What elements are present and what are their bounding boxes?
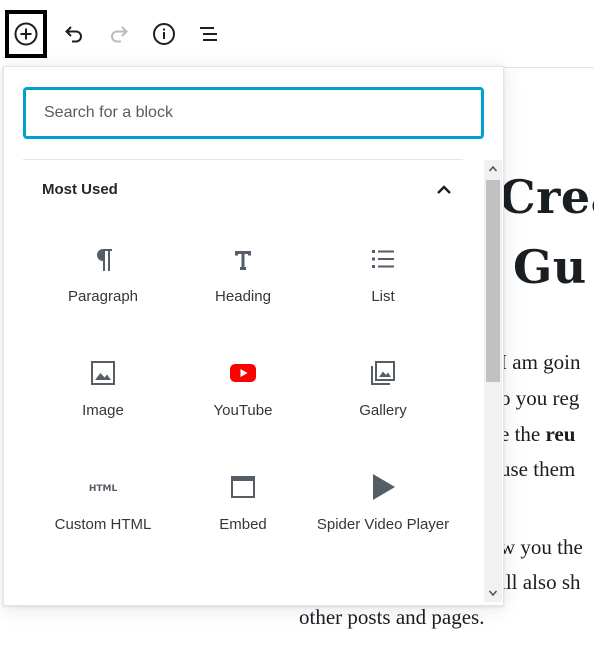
embed-icon xyxy=(223,467,263,507)
redo-button[interactable] xyxy=(99,12,139,56)
block-item-paragraph[interactable]: Paragraph xyxy=(33,239,173,349)
editor-toolbar xyxy=(0,0,594,66)
heading-icon xyxy=(223,239,263,279)
content-info-button[interactable] xyxy=(144,12,184,56)
header-divider xyxy=(500,67,594,68)
block-item-youtube[interactable]: YouTube xyxy=(173,353,313,463)
post-text-line: e the reu xyxy=(500,422,576,446)
list-outline-icon xyxy=(197,22,221,46)
info-icon xyxy=(152,22,176,46)
block-label: Custom HTML xyxy=(54,516,152,533)
scrollbar-thumb[interactable] xyxy=(486,180,500,382)
undo-button[interactable] xyxy=(54,12,94,56)
panel-title: Most Used xyxy=(42,181,118,198)
scroll-down-arrow-icon[interactable] xyxy=(484,584,502,602)
post-title-line: Gu xyxy=(513,240,587,294)
block-search-field[interactable] xyxy=(23,87,484,139)
block-item-spider-video-player[interactable]: Spider Video Player xyxy=(313,467,453,577)
gallery-icon xyxy=(363,353,403,393)
post-title-line: Crea xyxy=(499,170,594,224)
html-icon: HTML xyxy=(83,467,123,507)
svg-text:HTML: HTML xyxy=(89,484,118,494)
post-text-line: other posts and pages. xyxy=(299,605,485,629)
scroll-up-arrow-icon[interactable] xyxy=(484,160,502,178)
block-label: YouTube xyxy=(213,402,273,419)
block-navigation-button[interactable] xyxy=(189,12,229,56)
post-text-line: use them xyxy=(500,457,576,481)
add-block-button[interactable] xyxy=(5,10,47,58)
block-item-heading[interactable]: Heading xyxy=(173,239,313,349)
image-icon xyxy=(83,353,123,393)
block-label: Gallery xyxy=(359,402,407,419)
block-inserter-popover: Most Used Paragraph Heading List xyxy=(3,66,504,606)
block-label: List xyxy=(371,288,395,305)
block-item-image[interactable]: Image xyxy=(33,353,173,463)
inserter-scrollbar[interactable] xyxy=(484,160,502,602)
list-icon xyxy=(363,239,403,279)
paragraph-icon xyxy=(83,239,123,279)
block-search-input[interactable] xyxy=(25,89,482,137)
play-icon xyxy=(363,467,403,507)
post-text-line: ill also sh xyxy=(500,570,581,594)
block-label: Image xyxy=(82,402,124,419)
youtube-icon xyxy=(223,353,263,393)
block-item-custom-html[interactable]: HTML Custom HTML xyxy=(33,467,173,577)
block-label: Heading xyxy=(215,288,271,305)
post-text-line: w you the xyxy=(500,535,583,559)
block-label: Spider Video Player xyxy=(316,516,450,533)
redo-icon xyxy=(107,22,131,46)
post-text-line: I am goin xyxy=(500,350,581,374)
chevron-up-icon[interactable] xyxy=(429,175,459,205)
block-label: Paragraph xyxy=(67,288,139,305)
block-item-gallery[interactable]: Gallery xyxy=(313,353,453,463)
search-divider xyxy=(23,159,463,160)
block-item-list[interactable]: List xyxy=(313,239,453,349)
block-label: Embed xyxy=(219,516,267,533)
most-used-panel-header[interactable]: Most Used xyxy=(23,173,463,209)
undo-icon xyxy=(62,22,86,46)
block-item-embed[interactable]: Embed xyxy=(173,467,313,577)
post-text-line: o you reg xyxy=(500,386,580,410)
plus-circle-icon xyxy=(13,21,39,47)
